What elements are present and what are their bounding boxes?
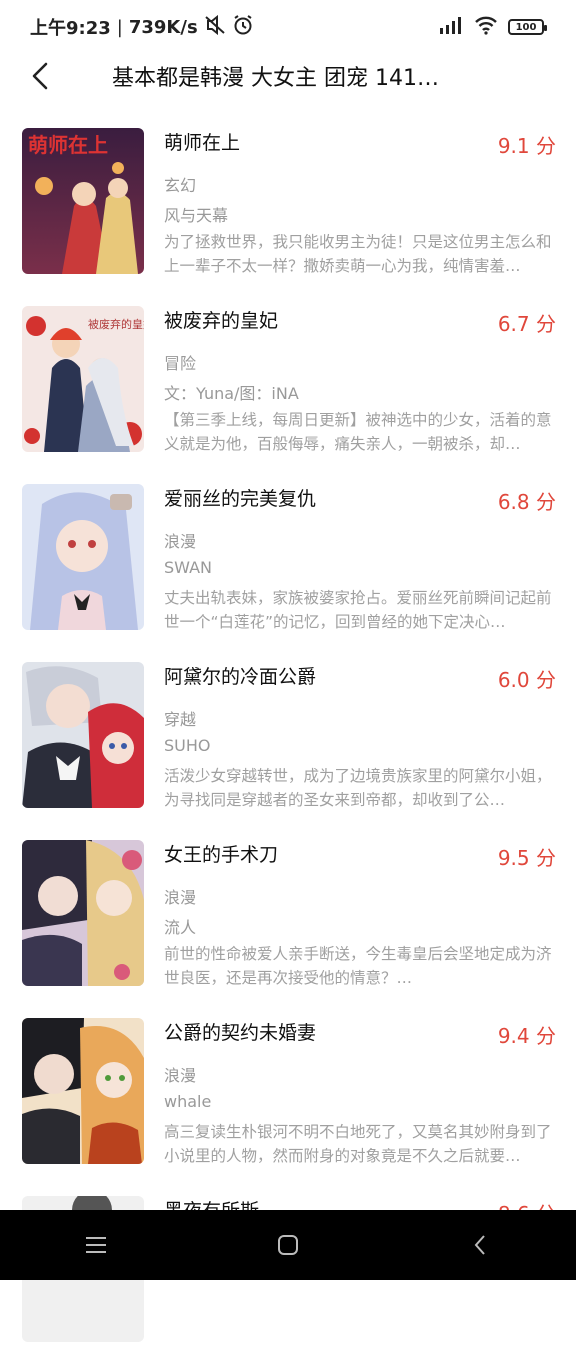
back-button[interactable]: [22, 58, 58, 94]
list-item[interactable]: 女王的手术刀 9.5 分 浪漫 流人 前世的性命被爱人亲手断送，今生毒皇后会坚地…: [0, 824, 576, 1002]
status-bar: 上午9:23 | 739K/s 100: [0, 0, 576, 54]
top-bar: 基本都是韩漫 大女主 团宠 141…: [0, 54, 576, 100]
comic-description: 高三复读生朴银河不明不白地死了，又莫名其妙附身到了小说里的人物，然而附身的对象竟…: [164, 1123, 552, 1165]
comic-genre: 浪漫: [164, 532, 197, 551]
comic-genre: 穿越: [164, 710, 197, 729]
comic-title: 被废弃的皇妃: [164, 310, 279, 332]
battery-icon: 100: [508, 19, 547, 35]
comic-cover[interactable]: 被废弃的皇妃: [22, 306, 144, 452]
comic-genre: 浪漫: [164, 888, 197, 907]
status-separator: |: [116, 16, 123, 38]
status-right: 100: [438, 15, 547, 40]
signal-icon: [438, 15, 464, 40]
back-arrow-icon: [32, 62, 48, 90]
comic-genre: 冒险: [164, 354, 197, 373]
comic-author: 流人: [164, 918, 197, 937]
comic-score: 9.1 分: [497, 134, 556, 158]
comic-title: 爱丽丝的完美复仇: [164, 488, 317, 510]
page-title: 基本都是韩漫 大女主 团宠 141…: [112, 66, 439, 91]
comic-author: whale: [164, 1092, 212, 1111]
comic-author: SWAN: [164, 558, 213, 577]
list-item[interactable]: 阿黛尔的冷面公爵 6.0 分 穿越 SUHO 活泼少女穿越转世，成为了边境贵族家…: [0, 646, 576, 824]
comic-score: 6.0 分: [497, 668, 556, 692]
alarm-icon: [232, 14, 254, 41]
menu-icon: [86, 1237, 106, 1253]
list-item[interactable]: 被废弃的皇妃 被废弃的皇妃 6.7 分 冒险 文：Yuna/图：iNA 【第三季…: [0, 290, 576, 468]
comic-title: 阿黛尔的冷面公爵: [164, 666, 317, 688]
comic-genre: 玄幻: [164, 176, 197, 195]
svg-text:萌师在上: 萌师在上: [28, 133, 108, 157]
comic-description: 为了拯救世界，我只能收男主为徒！只是这位男主怎么和上一辈子不太一样？撒娇卖萌一心…: [164, 233, 552, 275]
home-icon: [278, 1235, 298, 1255]
comic-author: 文：Yuna/图：iNA: [164, 384, 299, 403]
list-item[interactable]: 萌师在上 萌师在上 9.1 分 玄幻 风与天幕 为了拯救世界，我只能收男主为徒！…: [0, 112, 576, 290]
comic-score: 9.5 分: [497, 846, 556, 870]
comic-cover[interactable]: [22, 484, 144, 630]
status-time: 上午9:23: [30, 18, 111, 39]
comic-score: 6.8 分: [497, 490, 556, 514]
comic-description: 活泼少女穿越转世，成为了边境贵族家里的阿黛尔小姐，为寻找同是穿越者的圣女来到帝都…: [164, 767, 552, 809]
comic-cover[interactable]: 萌师在上: [22, 128, 144, 274]
menu-button[interactable]: [66, 1215, 126, 1275]
system-nav-bar: [0, 1210, 576, 1280]
comic-score: 9.4 分: [497, 1024, 556, 1048]
list-item[interactable]: 公爵的契约未婚妻 9.4 分 浪漫 whale 高三复读生朴银河不明不白地死了，…: [0, 1002, 576, 1180]
back-icon: [474, 1235, 485, 1255]
comic-genre: 浪漫: [164, 1066, 197, 1085]
comic-description: 前世的性命被爱人亲手断送，今生毒皇后会坚地定成为济世良医，还是再次接受他的情意？…: [164, 945, 552, 987]
comic-description: 【第三季上线，每周日更新】被神选中的少女，活着的意义就是为他，百般侮辱，痛失亲人…: [164, 411, 552, 453]
comic-description: 丈夫出轨表妹，家族被婆家抢占。爱丽丝死前瞬间记起前世一个“白莲花”的记忆，回到曾…: [164, 589, 552, 631]
comic-cover[interactable]: [22, 1018, 144, 1164]
comic-cover[interactable]: [22, 662, 144, 808]
comic-title: 公爵的契约未婚妻: [164, 1022, 317, 1044]
comic-score: 6.7 分: [497, 312, 556, 336]
status-speed: 739K/s: [128, 16, 198, 38]
svg-text:被废弃的皇妃: 被废弃的皇妃: [88, 317, 144, 331]
wifi-icon: [474, 15, 498, 40]
mute-icon: [204, 14, 226, 40]
comic-title: 女王的手术刀: [164, 844, 279, 866]
comic-author: SUHO: [164, 736, 211, 755]
status-left: 上午9:23 | 739K/s: [30, 14, 254, 41]
nav-back-button[interactable]: [450, 1215, 510, 1275]
comic-author: 风与天幕: [164, 206, 229, 225]
comic-list: 萌师在上 萌师在上 9.1 分 玄幻 风与天幕 为了拯救世界，我只能收男主为徒！…: [0, 112, 576, 1358]
comic-title: 萌师在上: [164, 132, 241, 154]
home-button[interactable]: [258, 1215, 318, 1275]
comic-cover[interactable]: [22, 840, 144, 986]
list-item[interactable]: 爱丽丝的完美复仇 6.8 分 浪漫 SWAN 丈夫出轨表妹，家族被婆家抢占。爱丽…: [0, 468, 576, 646]
